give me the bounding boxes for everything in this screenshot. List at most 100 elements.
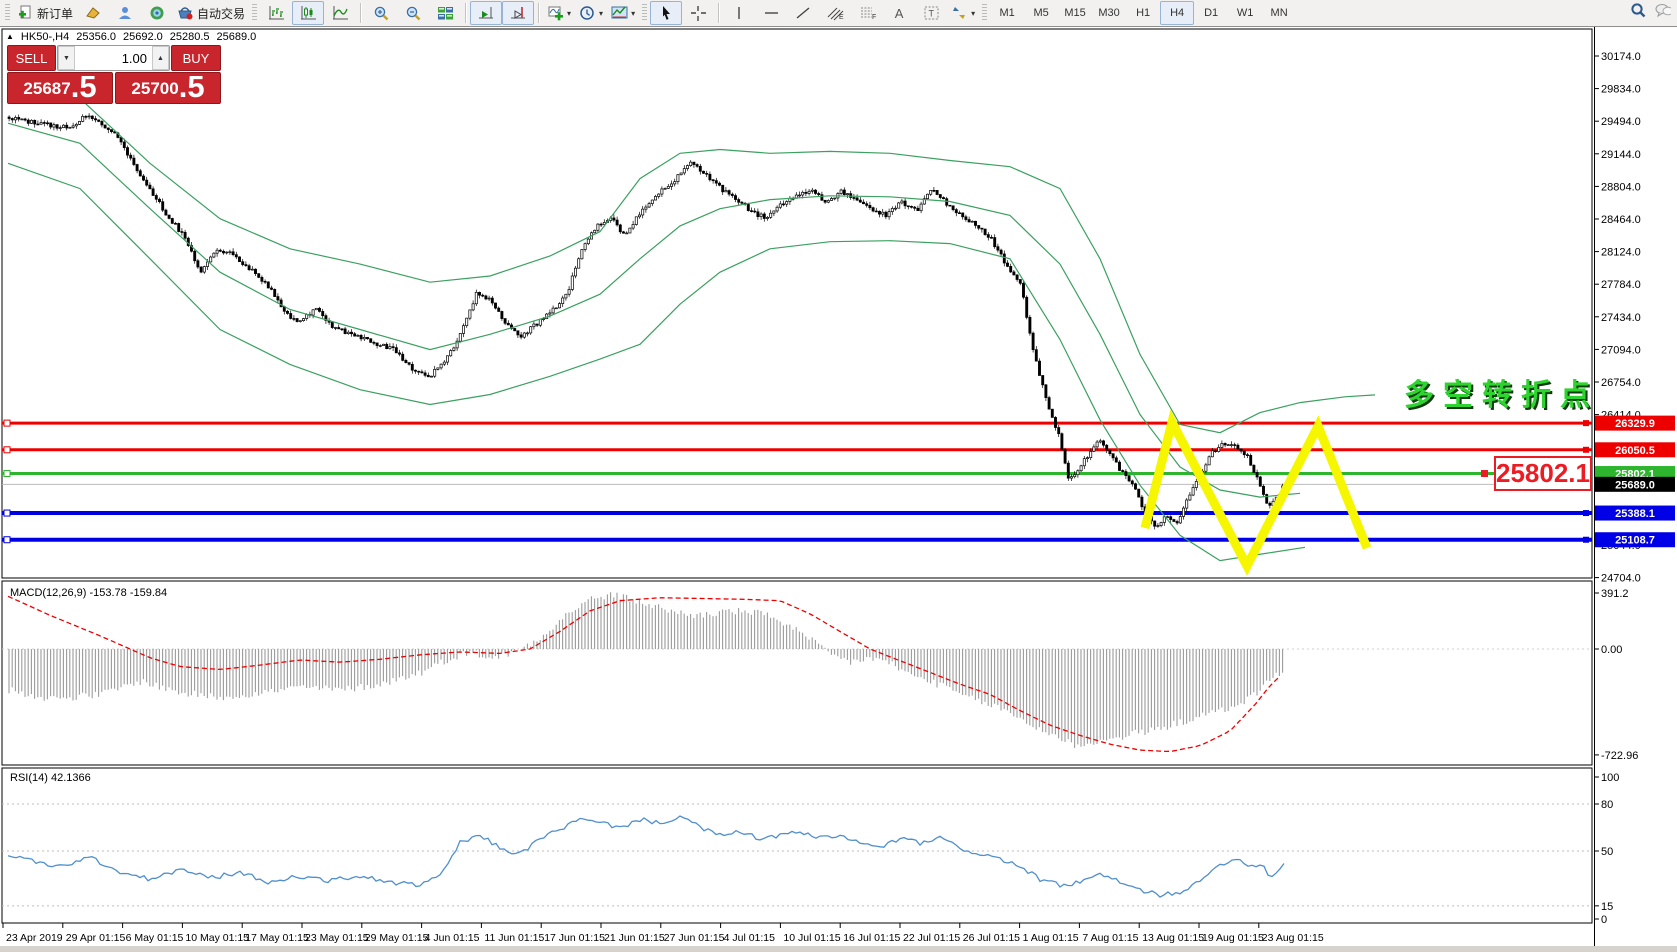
svg-text:21 Jun 01:15: 21 Jun 01:15 — [604, 932, 665, 944]
autotrading-label: 自动交易 — [197, 5, 245, 22]
toolbar-grip[interactable] — [982, 4, 987, 22]
one-click-trade-panel: SELL ▼ 1.00 ▲ BUY 25687 .5 25700 .5 — [7, 45, 221, 104]
timeframe-D1[interactable]: D1 — [1194, 1, 1228, 25]
svg-text:23 Aug 01:15: 23 Aug 01:15 — [1262, 932, 1324, 944]
volume-value[interactable]: 1.00 — [75, 46, 152, 70]
bar-chart-button[interactable] — [260, 1, 292, 25]
new-order-icon — [17, 5, 34, 22]
toolbar-grip[interactable] — [5, 4, 10, 22]
rsi-indicator-label: RSI(14) 42.1366 — [10, 772, 91, 784]
add-indicator-button[interactable]: ▾ — [543, 1, 575, 25]
svg-text:50: 50 — [1601, 846, 1613, 858]
chart-shift-icon — [510, 5, 527, 22]
turning-point-annotation[interactable]: 多空转折点 — [1404, 370, 1599, 414]
timeframe-group: M1M5M15M30H1H4D1W1MN — [990, 1, 1296, 25]
cursor-button[interactable] — [650, 1, 682, 25]
svg-text:7 Aug 01:15: 7 Aug 01:15 — [1082, 932, 1138, 944]
svg-text:17 May 01:15: 17 May 01:15 — [245, 932, 309, 944]
svg-text:28464.0: 28464.0 — [1601, 214, 1641, 226]
period-caret: ▾ — [599, 9, 603, 18]
template-caret: ▾ — [631, 9, 635, 18]
timeframe-M5[interactable]: M5 — [1024, 1, 1058, 25]
timeframe-MN[interactable]: MN — [1262, 1, 1296, 25]
period-button[interactable]: ▾ — [575, 1, 607, 25]
svg-text:27094.0: 27094.0 — [1601, 344, 1641, 356]
timeframe-W1[interactable]: W1 — [1228, 1, 1262, 25]
community-icon — [117, 5, 134, 22]
search-icon[interactable] — [1629, 2, 1646, 19]
fibonacci-icon: F — [859, 5, 876, 22]
timeframe-M1[interactable]: M1 — [990, 1, 1024, 25]
toolbar-grip[interactable] — [642, 4, 647, 22]
zoom-out-button[interactable] — [397, 1, 429, 25]
svg-text:29 May 01:15: 29 May 01:15 — [365, 932, 429, 944]
text-button[interactable]: A — [883, 1, 915, 25]
vertical-line-icon — [731, 5, 748, 22]
cursor-icon — [658, 5, 675, 22]
buy-button[interactable]: BUY — [171, 45, 221, 71]
arrows-caret: ▾ — [971, 9, 975, 18]
news-button[interactable] — [77, 1, 109, 25]
add-indicator-icon — [547, 5, 564, 22]
time-axis: 23 Apr 201929 Apr 01:156 May 01:1510 May… — [3, 923, 1324, 944]
webinar-icon — [149, 5, 166, 22]
channel-button[interactable]: E — [819, 1, 851, 25]
timeframe-M30[interactable]: M30 — [1092, 1, 1126, 25]
sell-price-display[interactable]: 25687 .5 — [7, 72, 113, 104]
bar-chart-icon — [268, 5, 285, 22]
crosshair-button[interactable] — [682, 1, 714, 25]
arrows-icon — [951, 5, 968, 22]
auto-scroll-button[interactable] — [470, 1, 502, 25]
svg-text:15: 15 — [1601, 901, 1613, 913]
bar-open-value: 25356.0 — [76, 31, 116, 43]
timeframe-H1[interactable]: H1 — [1126, 1, 1160, 25]
trendline-icon — [795, 5, 812, 22]
callout-anchor-handle[interactable] — [1481, 470, 1488, 477]
vertical-line-button[interactable] — [723, 1, 755, 25]
svg-text:29494.0: 29494.0 — [1601, 116, 1641, 128]
horizontal-line-button[interactable] — [755, 1, 787, 25]
new-order-button[interactable]: 新订单 — [13, 1, 77, 25]
trendline-button[interactable] — [787, 1, 819, 25]
line-chart-button[interactable] — [324, 1, 356, 25]
timeframe-H4[interactable]: H4 — [1160, 1, 1194, 25]
symbol-ohlc-header: ▲ HK50-,H4 25356.0 25692.0 25280.5 25689… — [6, 31, 256, 43]
arrows-button[interactable]: ▾ — [947, 1, 979, 25]
bar-high-value: 25692.0 — [123, 31, 163, 43]
chat-icon[interactable] — [1654, 2, 1671, 19]
tile-windows-icon — [437, 5, 454, 22]
collapse-panel-icon[interactable]: ▲ — [6, 32, 14, 43]
svg-text:23 Apr 2019: 23 Apr 2019 — [6, 932, 63, 944]
sell-button[interactable]: SELL — [7, 45, 56, 71]
buy-price-fraction: .5 — [179, 72, 205, 102]
buy-price-display[interactable]: 25700 .5 — [115, 72, 221, 104]
svg-text:1 Aug 01:15: 1 Aug 01:15 — [1023, 932, 1079, 944]
timeframe-M15[interactable]: M15 — [1058, 1, 1092, 25]
sell-price-main: 25687 — [23, 76, 70, 102]
svg-text:25689.0: 25689.0 — [1615, 479, 1655, 491]
svg-text:23 May 01:15: 23 May 01:15 — [305, 932, 369, 944]
svg-text:4 Jul 01:15: 4 Jul 01:15 — [724, 932, 776, 944]
chart-shift-button[interactable] — [502, 1, 534, 25]
svg-text:E: E — [839, 14, 844, 21]
text-label-icon: T — [923, 5, 940, 22]
community-button[interactable] — [109, 1, 141, 25]
fibonacci-button[interactable]: F — [851, 1, 883, 25]
tile-windows-button[interactable] — [429, 1, 461, 25]
volume-decrease-button[interactable]: ▼ — [58, 46, 75, 70]
candlestick-chart-button[interactable] — [292, 1, 324, 25]
webinar-button[interactable] — [141, 1, 173, 25]
svg-text:26754.0: 26754.0 — [1601, 377, 1641, 389]
autotrading-button[interactable]: 自动交易 — [173, 1, 249, 25]
zoom-in-button[interactable] — [365, 1, 397, 25]
price-callout-box[interactable]: 25802.1 — [1494, 456, 1592, 491]
volume-increase-button[interactable]: ▲ — [152, 46, 169, 70]
toolbar-grip[interactable] — [252, 4, 257, 22]
bar-low-value: 25280.5 — [170, 31, 210, 43]
pane-frames — [0, 27, 1677, 952]
text-label-button[interactable]: T — [915, 1, 947, 25]
svg-text:6 May 01:15: 6 May 01:15 — [126, 932, 184, 944]
template-button[interactable]: ▾ — [607, 1, 639, 25]
svg-text:28124.0: 28124.0 — [1601, 247, 1641, 259]
chart-canvas[interactable]: 30174.029834.029494.029144.028804.028464… — [0, 0, 1677, 952]
